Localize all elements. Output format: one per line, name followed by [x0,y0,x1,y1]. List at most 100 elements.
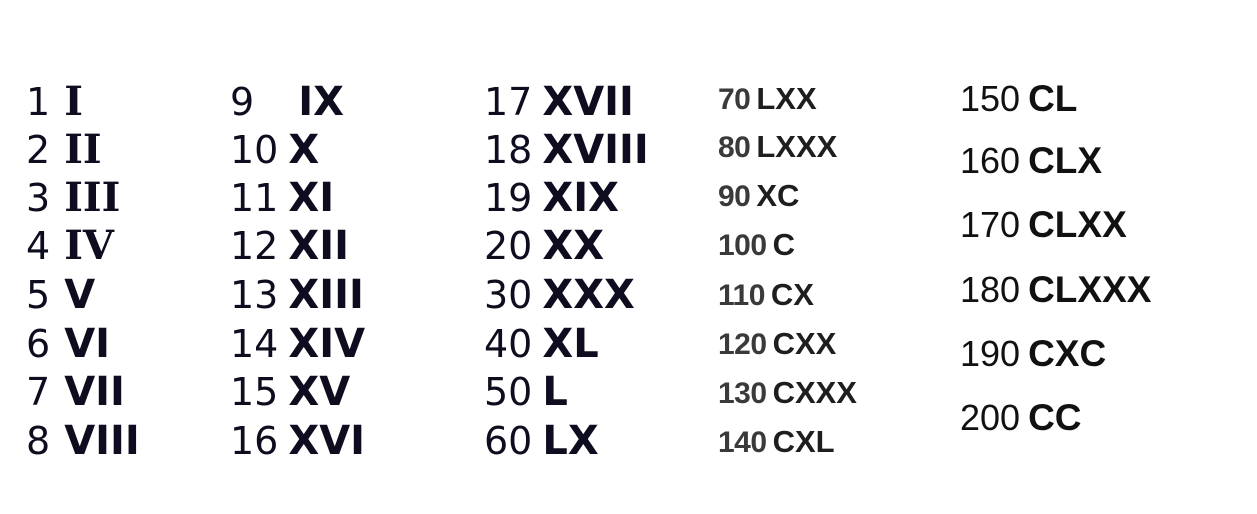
roman-numeral: VI [64,321,111,367]
arabic-number: 180 [960,269,1021,310]
arabic-number: 11 [230,176,279,220]
arabic-number: 10 [230,128,279,172]
roman-numeral: II [64,126,102,173]
roman-numeral: XVII [542,79,634,125]
numeral-row: 12 XII [230,226,349,266]
numeral-row: 15 XV [230,372,350,412]
numeral-row: 50 L [484,372,568,412]
roman-numeral: LXX [756,81,817,116]
numeral-row: 70 LXX [718,83,817,115]
arabic-number: 110 [718,279,765,312]
roman-numeral: CC [1028,397,1082,438]
numeral-row: 150 CL [960,80,1077,117]
roman-numeral: IX [298,79,344,125]
numeral-row: 100 C [718,229,795,261]
roman-numeral: XC [756,178,800,213]
roman-numeral: XIII [288,272,364,318]
arabic-number: 100 [718,229,767,262]
numeral-row: 200 CC [960,399,1082,436]
arabic-number: 15 [230,370,279,414]
arabic-number: 60 [484,419,533,463]
roman-numeral: IV [64,222,114,269]
roman-numeral: L [542,369,568,415]
numeral-row: 120 CXX [718,328,836,360]
roman-numeral: VIII [64,418,140,464]
roman-numeral: XIX [542,175,619,221]
numeral-row: 3 III [26,178,120,218]
numeral-row: 9 IX [230,82,344,122]
numeral-row: 180 CLXXX [960,271,1151,308]
arabic-number: 200 [960,397,1021,438]
numeral-row: 5V [26,275,95,315]
roman-numeral: CL [1028,78,1078,119]
arabic-number: 80 [718,131,751,164]
roman-numeral: XIV [288,321,366,367]
roman-numeral: CXC [1028,333,1107,374]
numeral-row: 160 CLX [960,142,1102,179]
roman-numeral: CLXX [1028,204,1127,245]
numeral-row: 6 VI [26,324,110,364]
arabic-number: 140 [718,426,767,459]
roman-numeral: XXX [542,272,635,318]
arabic-number: 9 [230,80,255,124]
arabic-number: 17 [484,80,533,124]
numeral-row: 4 IV [26,226,114,266]
numeral-row: 2 II [26,130,102,170]
roman-numeral: CLXXX [1028,269,1152,310]
numeral-row: 30 XXX [484,275,635,315]
numeral-row: 1I [26,82,83,122]
roman-numeral: CXX [772,326,837,361]
roman-numeral: CLX [1028,140,1103,181]
roman-numeral: III [64,174,121,221]
arabic-number: 90 [718,180,751,213]
numeral-row: 19 XIX [484,178,619,218]
roman-numeral: LX [542,418,599,464]
numeral-row: 20 XX [484,226,604,266]
numeral-row: 16 XVI [230,421,365,461]
roman-numeral: LXXX [756,129,838,164]
numeral-row: 7 VII [26,372,125,412]
arabic-number: 8 [26,419,51,463]
arabic-number: 120 [718,328,767,361]
numeral-row: 190 CXC [960,335,1106,372]
arabic-number: 7 [26,370,51,414]
arabic-number: 160 [960,140,1021,181]
arabic-number: 6 [26,322,51,366]
numeral-row: 130 CXXX [718,377,857,409]
roman-numeral: CXL [772,424,835,459]
arabic-number: 13 [230,273,279,317]
roman-numeral: XVIII [542,127,649,173]
arabic-number: 30 [484,273,533,317]
arabic-number: 3 [26,176,51,220]
arabic-number: 50 [484,370,533,414]
numeral-row: 140 CXL [718,426,835,458]
arabic-number: 70 [718,83,751,116]
numeral-row: 13 XIII [230,275,364,315]
arabic-number: 5 [26,273,51,317]
arabic-number: 19 [484,176,533,220]
roman-numeral: XX [542,223,605,269]
arabic-number: 16 [230,419,279,463]
numeral-row: 10 X [230,130,319,170]
roman-numeral: XV [288,369,351,415]
roman-numeral: C [772,227,795,262]
numeral-row: 18 XVIII [484,130,649,170]
roman-numeral: X [288,127,320,173]
numeral-row: 14 XIV [230,324,365,364]
arabic-number: 170 [960,204,1021,245]
roman-numeral: I [64,78,83,125]
arabic-number: 20 [484,224,533,268]
roman-numeral: XI [288,175,335,221]
arabic-number: 4 [26,224,51,268]
numeral-row: 40 XL [484,324,599,364]
arabic-number: 12 [230,224,279,268]
arabic-number: 18 [484,128,533,172]
arabic-number: 190 [960,333,1021,374]
numeral-row: 110 CX [718,279,814,311]
arabic-number: 1 [26,80,51,124]
arabic-number: 130 [718,377,767,410]
numeral-row: 90 XC [718,180,799,212]
arabic-number: 150 [960,78,1021,119]
roman-numeral: CX [770,277,814,312]
arabic-number: 14 [230,322,279,366]
